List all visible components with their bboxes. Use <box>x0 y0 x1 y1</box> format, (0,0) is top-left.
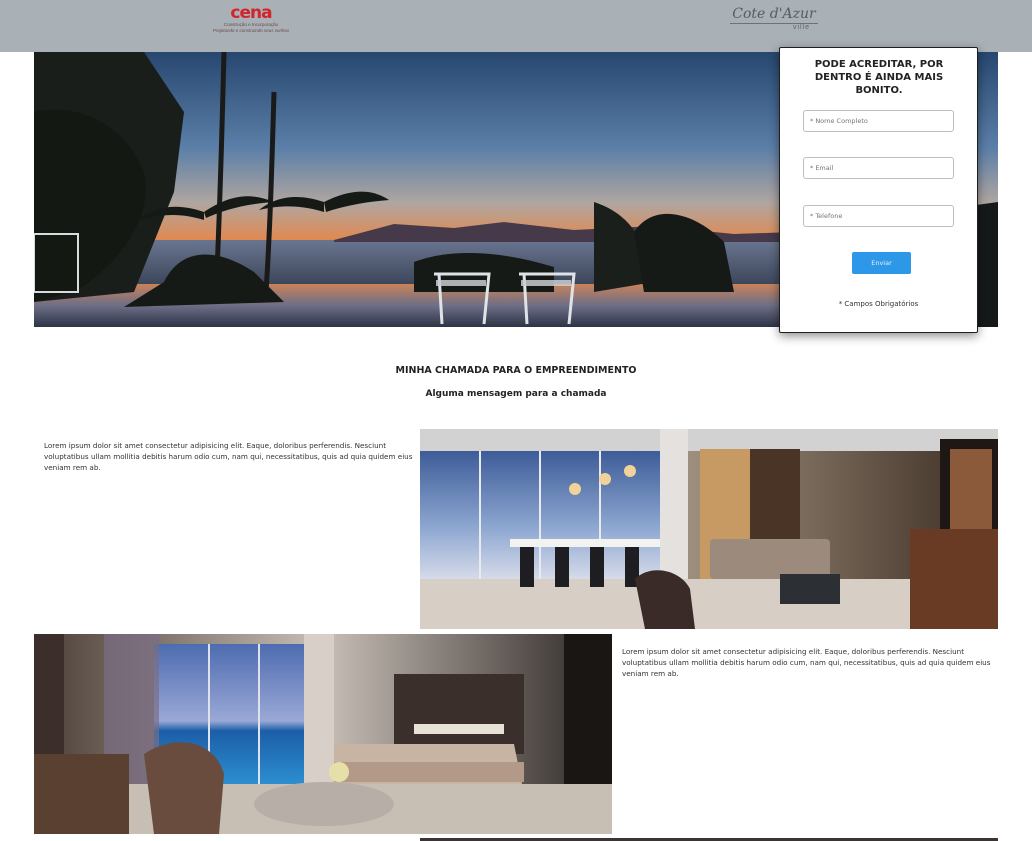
cote-dazur-suffix: ville <box>792 24 810 31</box>
content-paragraph: Lorem ipsum dolor sit amet consectetur a… <box>622 647 991 678</box>
section-subtitle: Alguma mensagem para a chamada <box>425 389 607 399</box>
cena-logo[interactable]: cena Construção e Incorporação Projetand… <box>210 4 292 38</box>
required-fields-note: * Campos Obrigatórios <box>838 300 919 308</box>
phone-input[interactable] <box>803 205 954 227</box>
cena-logo-wordmark: cena <box>230 3 272 23</box>
cena-logo-slogan: Projetando e construindo seus sonhos <box>212 28 290 33</box>
living-room-image <box>34 634 612 834</box>
submit-button[interactable]: Enviar <box>852 252 911 274</box>
living-dining-room-image <box>420 429 998 629</box>
section-title: MINHA CHAMADA PARA O EMPREENDIMENTO <box>395 365 637 376</box>
email-input[interactable] <box>803 157 954 179</box>
top-header-bar: cena Construção e Incorporação Projetand… <box>0 0 1032 52</box>
form-title: PODE ACREDITAR, POR DENTRO É AINDA MAIS … <box>814 59 944 96</box>
cote-dazur-wordmark: Cote d'Azur <box>732 6 816 22</box>
content-paragraph: Lorem ipsum dolor sit amet consectetur a… <box>44 441 413 472</box>
cote-dazur-logo[interactable]: Cote d'Azur ville <box>726 6 822 34</box>
lead-form-card: PODE ACREDITAR, POR DENTRO É AINDA MAIS … <box>779 47 978 333</box>
full-name-input[interactable] <box>803 110 954 132</box>
